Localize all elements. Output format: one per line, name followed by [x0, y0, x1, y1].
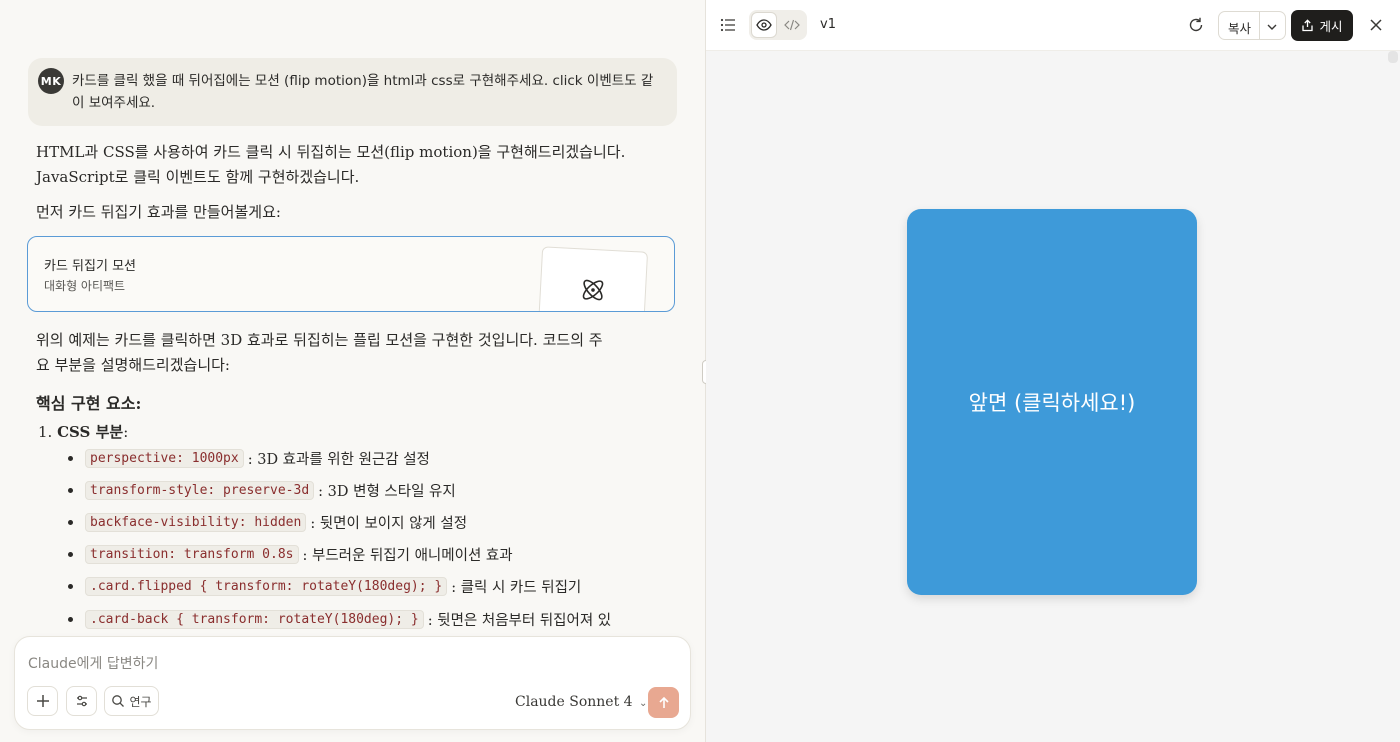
sliders-icon — [76, 695, 87, 707]
explain-line-1: 위의 예제는 카드를 클릭하면 3D 효과로 뒤집히는 플립 모션을 구현한 것… — [36, 331, 603, 349]
refresh-icon — [1189, 17, 1203, 32]
research-button[interactable]: 연구 — [104, 686, 159, 716]
code-snippet: transform-style: preserve-3d — [85, 480, 315, 500]
bullet-dot — [68, 583, 73, 589]
code-icon — [784, 19, 800, 31]
card-front-text: 앞면 (클릭하세요!) — [968, 391, 1136, 415]
avatar: MK — [38, 68, 64, 94]
bullet-dot — [68, 616, 73, 622]
flip-card[interactable]: 앞면 (클릭하세요!) — [907, 209, 1197, 595]
bullet-dot — [68, 487, 73, 493]
view-toggle — [749, 10, 807, 40]
section-heading: 핵심 구현 요소: — [36, 394, 142, 413]
list-item: transform-style: preserve-3d : 3D 변형 스타일… — [68, 478, 456, 502]
list-item: .card.flipped { transform: rotateY(180de… — [68, 574, 581, 598]
scrollbar[interactable] — [1388, 51, 1398, 63]
close-icon — [1370, 19, 1382, 31]
chat-pane: MK 카드를 클릭 했을 때 뒤어집에는 모션 (flip motion)을 h… — [0, 0, 705, 742]
code-snippet: perspective: 1000px — [85, 448, 244, 468]
list-item-css: 1. CSS 부분: — [38, 421, 128, 442]
chevron-down-icon: ⌄ — [639, 698, 648, 709]
list-item: backface-visibility: hidden : 뒷면이 보이지 않게… — [68, 510, 467, 534]
preview-toolbar: v1 복사 게시 — [706, 0, 1400, 51]
close-button[interactable] — [1369, 17, 1383, 36]
code-snippet: backface-visibility: hidden — [85, 512, 307, 532]
bullet-desc: : 뒷면은 처음부터 뒤집어져 있 — [427, 612, 612, 629]
user-message: MK 카드를 클릭 했을 때 뒤어집에는 모션 (flip motion)을 h… — [28, 58, 677, 126]
artifact-title: 카드 뒤집기 모션 — [44, 259, 136, 274]
explain-line-2: 요 부분을 설명해드리겠습니다: — [36, 356, 230, 374]
bullet-desc: : 클릭 시 카드 뒤집기 — [451, 579, 582, 596]
chevron-down-icon — [1267, 24, 1277, 30]
bullet-dot — [68, 551, 73, 557]
add-button[interactable] — [27, 686, 58, 716]
list-item: .card-back { transform: rotateY(180deg);… — [68, 607, 611, 631]
bullet-desc: : 3D 변형 스타일 유지 — [318, 483, 456, 500]
copy-button[interactable]: 복사 — [1218, 11, 1286, 40]
version-label: v1 — [820, 17, 836, 32]
list-number: 1. — [38, 423, 53, 441]
response-lead: 먼저 카드 뒤집기 효과를 만들어볼게요: — [36, 203, 281, 221]
bullet-desc: : 부드러운 뒤집기 애니메이션 효과 — [302, 547, 513, 564]
artifact-thumbnail — [537, 246, 649, 311]
artifact-subtitle: 대화형 아티팩트 — [44, 279, 126, 293]
model-label: Claude Sonnet 4 — [515, 694, 633, 710]
code-toggle[interactable] — [779, 12, 805, 38]
code-snippet: transition: transform 0.8s — [85, 544, 299, 564]
preview-canvas: 앞면 (클릭하세요!) — [706, 51, 1400, 742]
user-message-text: 카드를 클릭 했을 때 뒤어집에는 모션 (flip motion)을 html… — [72, 73, 654, 111]
reply-input[interactable]: Claude에게 답변하기 — [28, 653, 158, 673]
arrow-up-icon — [658, 696, 669, 708]
send-button[interactable] — [648, 687, 679, 718]
code-snippet: .card.flipped { transform: rotateY(180de… — [85, 576, 448, 596]
bullet-desc: : 3D 효과를 위한 원근감 설정 — [247, 451, 430, 468]
publish-label: 게시 — [1319, 19, 1343, 34]
reply-input-box[interactable]: Claude에게 답변하기 연구 Claude Sonnet 4 ⌄ — [14, 636, 691, 730]
response-intro-line-2: JavaScript로 클릭 이벤트도 함께 구현하겠습니다. — [36, 168, 360, 186]
artifact-preview-pane: v1 복사 게시 앞면 (클릭하세요!) — [706, 0, 1400, 742]
bullet-desc: : 뒷면이 보이지 않게 설정 — [310, 515, 468, 532]
search-icon — [112, 695, 125, 707]
copy-dropdown-button[interactable] — [1265, 19, 1279, 38]
publish-button[interactable]: 게시 — [1291, 10, 1353, 41]
list-item: transition: transform 0.8s : 부드러운 뒤집기 애니… — [68, 542, 513, 566]
refresh-button[interactable] — [1187, 16, 1205, 38]
list-item: perspective: 1000px : 3D 효과를 위한 원근감 설정 — [68, 446, 430, 470]
research-label: 연구 — [129, 694, 152, 709]
list-icon[interactable] — [720, 17, 736, 36]
atom-react-icon — [582, 279, 604, 301]
share-icon — [1302, 19, 1314, 32]
artifact-card[interactable]: 카드 뒤집기 모션 대화형 아티팩트 — [27, 236, 675, 312]
code-snippet: .card-back { transform: rotateY(180deg);… — [85, 609, 424, 629]
copy-divider — [1259, 12, 1260, 39]
list-suffix: : — [123, 423, 129, 441]
copy-label: 복사 — [1228, 21, 1252, 36]
bullet-dot — [68, 519, 73, 525]
model-selector[interactable]: Claude Sonnet 4 ⌄ — [515, 694, 647, 710]
bullet-dot — [68, 455, 73, 461]
plus-icon — [36, 695, 49, 707]
preview-toggle[interactable] — [751, 12, 777, 38]
list-label: CSS 부분 — [57, 423, 124, 441]
response-intro-line-1: HTML과 CSS를 사용하여 카드 클릭 시 뒤집히는 모션(flip mot… — [36, 143, 626, 161]
eye-icon — [756, 19, 772, 31]
tools-button[interactable] — [66, 686, 97, 716]
